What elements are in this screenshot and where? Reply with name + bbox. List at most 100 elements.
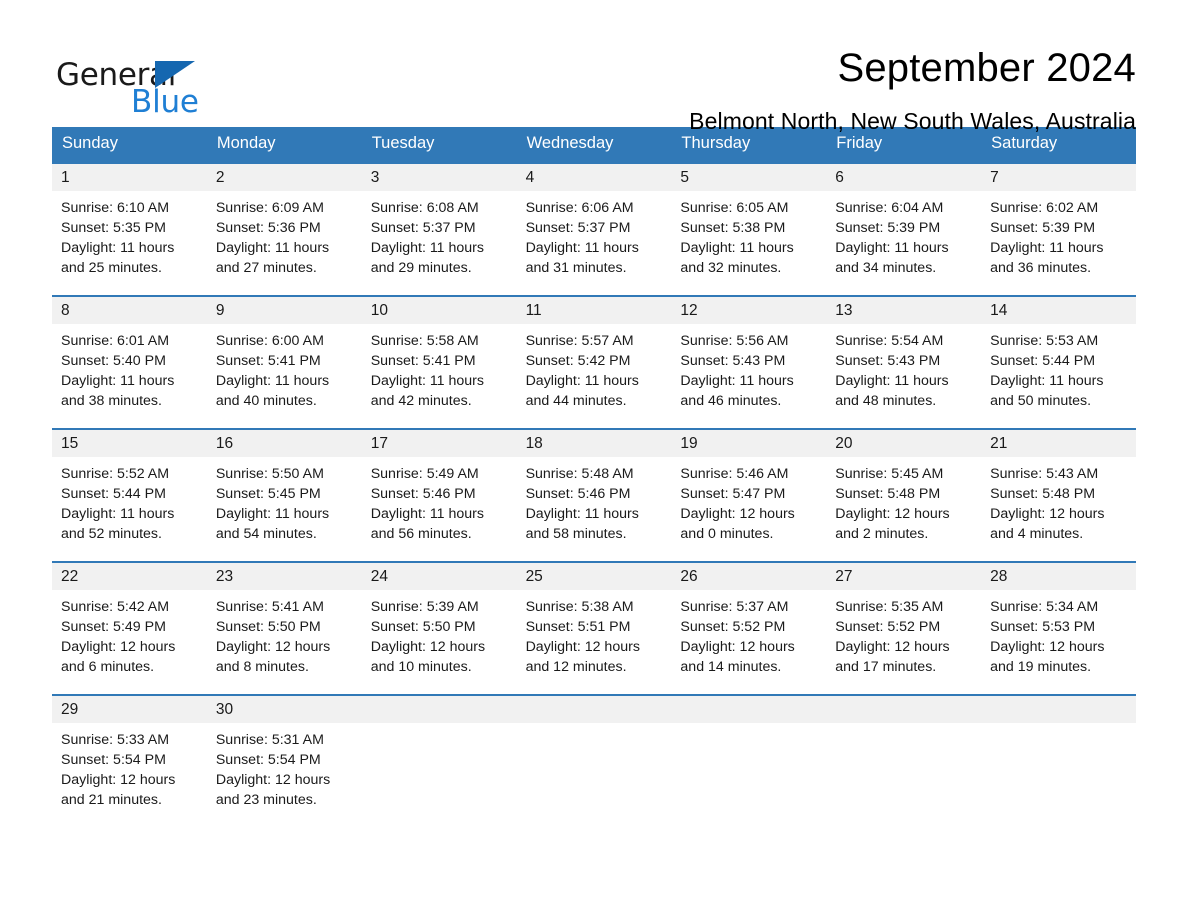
sunset-text: Sunset: 5:41 PM (370, 353, 476, 369)
day-cell[interactable]: 18 Sunrise: 5:48 AM Sunset: 5:46 PM Dayligh… (516, 429, 672, 550)
daylight-text-line1: Daylight: 11 hours (680, 240, 794, 257)
day-number: 13 (826, 296, 982, 324)
daylight-text-line1: Daylight: 11 hours (370, 373, 485, 390)
week-row: 15 Sunrise: 5:52 AM Sunset: 5:44 PM Dayligh… (52, 427, 1136, 550)
day-cell[interactable]: 12 Sunrise: 5:56 AM Sunset: 5:43 PM Dayligh… (671, 296, 827, 417)
daylight-text-line1: Daylight: 11 hours (61, 373, 175, 390)
day-number: 15 (52, 429, 207, 457)
daylight-text-line2: and 36 minutes. (990, 260, 1092, 277)
day-cell[interactable]: 23 Sunrise: 5:41 AM Sunset: 5:50 PM Dayligh… (206, 562, 362, 683)
day-number (361, 695, 517, 723)
daylight-text-line2: and 56 minutes. (370, 526, 472, 543)
daylight-text-line1: Daylight: 12 hours (680, 506, 795, 523)
weekday-header-wednesday: Wednesday (526, 134, 614, 152)
week-row: 8 Sunrise: 6:01 AM Sunset: 5:40 PM Daylight… (52, 294, 1136, 417)
day-cell[interactable]: 5 Sunrise: 6:05 AM Sunset: 5:38 PM Daylight… (671, 163, 827, 284)
daylight-text-line2: and 52 minutes. (61, 526, 162, 543)
day-number: 1 (52, 163, 207, 191)
day-number: 24 (361, 562, 517, 590)
sunset-text: Sunset: 5:51 PM (525, 619, 631, 635)
sunset-text: Sunset: 5:52 PM (680, 619, 786, 635)
day-cell[interactable]: 27 Sunrise: 5:35 AM Sunset: 5:52 PM Dayligh… (826, 562, 982, 683)
day-cell-empty (981, 695, 1136, 816)
daylight-text-line1: Daylight: 11 hours (61, 506, 175, 523)
sunset-text: Sunset: 5:43 PM (835, 353, 941, 369)
day-cell[interactable]: 29 Sunrise: 5:33 AM Sunset: 5:54 PM Dayligh… (52, 695, 207, 816)
sunrise-text: Sunrise: 6:08 AM (370, 199, 479, 216)
day-number: 18 (516, 429, 672, 457)
day-details: Sunrise: 5:53 AM Sunset: 5:44 PM Daylight:… (981, 324, 1136, 412)
day-cell[interactable]: 11 Sunrise: 5:57 AM Sunset: 5:42 PM Dayligh… (516, 296, 672, 417)
daylight-text-line2: and 32 minutes. (680, 260, 782, 277)
day-cell[interactable]: 17 Sunrise: 5:49 AM Sunset: 5:46 PM Dayligh… (361, 429, 517, 550)
daylight-text-line1: Daylight: 12 hours (680, 639, 795, 656)
weekday-header-monday: Monday (216, 134, 276, 152)
day-cell[interactable]: 24 Sunrise: 5:39 AM Sunset: 5:50 PM Dayligh… (361, 562, 517, 683)
sunset-text: Sunset: 5:40 PM (61, 353, 166, 369)
day-details: Sunrise: 6:06 AM Sunset: 5:37 PM Daylight:… (517, 191, 672, 279)
sunset-text: Sunset: 5:46 PM (525, 486, 631, 502)
sunset-text: Sunset: 5:53 PM (990, 619, 1096, 635)
day-cell[interactable]: 21 Sunrise: 5:43 AM Sunset: 5:48 PM Dayligh… (981, 429, 1136, 550)
sunrise-text: Sunrise: 5:52 AM (61, 465, 170, 482)
day-cell[interactable]: 25 Sunrise: 5:38 AM Sunset: 5:51 PM Dayligh… (516, 562, 672, 683)
sunset-text: Sunset: 5:38 PM (680, 220, 786, 236)
sunset-text: Sunset: 5:37 PM (525, 220, 631, 236)
day-cell[interactable]: 16 Sunrise: 5:50 AM Sunset: 5:45 PM Dayligh… (206, 429, 362, 550)
day-cell[interactable]: 8 Sunrise: 6:01 AM Sunset: 5:40 PM Daylight… (52, 296, 207, 417)
sunrise-text: Sunrise: 5:39 AM (370, 598, 479, 615)
day-cell[interactable]: 22 Sunrise: 5:42 AM Sunset: 5:49 PM Dayligh… (52, 562, 207, 683)
daylight-text-line2: and 58 minutes. (525, 526, 627, 543)
day-cell[interactable]: 10 Sunrise: 5:58 AM Sunset: 5:41 PM Dayligh… (361, 296, 517, 417)
day-number: 8 (52, 296, 207, 324)
day-cell[interactable]: 4 Sunrise: 6:06 AM Sunset: 5:37 PM Daylight… (516, 163, 672, 284)
weekday-header-saturday: Saturday (991, 134, 1058, 152)
day-cell[interactable]: 14 Sunrise: 5:53 AM Sunset: 5:44 PM Dayligh… (981, 296, 1136, 417)
sunrise-text: Sunrise: 5:49 AM (370, 465, 479, 482)
day-cell[interactable]: 26 Sunrise: 5:37 AM Sunset: 5:52 PM Dayligh… (671, 562, 827, 683)
day-cell[interactable]: 9 Sunrise: 6:00 AM Sunset: 5:41 PM Daylight… (206, 296, 362, 417)
day-details: Sunrise: 6:09 AM Sunset: 5:36 PM Daylight:… (207, 191, 362, 279)
day-cell[interactable]: 1 Sunrise: 6:10 AM Sunset: 5:35 PM Daylight… (52, 163, 207, 284)
day-number: 7 (981, 163, 1136, 191)
sunrise-text: Sunrise: 5:46 AM (680, 465, 789, 482)
daylight-text-line2: and 31 minutes. (525, 260, 627, 277)
daylight-text-line2: and 42 minutes. (370, 393, 472, 410)
day-cell[interactable]: 7 Sunrise: 6:02 AM Sunset: 5:39 PM Daylight… (981, 163, 1136, 284)
sunrise-text: Sunrise: 5:34 AM (990, 598, 1099, 615)
daylight-text-line2: and 23 minutes. (215, 792, 317, 809)
day-details: Sunrise: 6:00 AM Sunset: 5:41 PM Daylight:… (207, 324, 362, 412)
day-cell[interactable]: 6 Sunrise: 6:04 AM Sunset: 5:39 PM Daylight… (826, 163, 982, 284)
daylight-text-line2: and 46 minutes. (680, 393, 782, 410)
sunrise-text: Sunrise: 5:35 AM (835, 598, 944, 615)
day-cell[interactable]: 28 Sunrise: 5:34 AM Sunset: 5:53 PM Dayligh… (981, 562, 1136, 683)
day-details: Sunrise: 5:56 AM Sunset: 5:43 PM Daylight:… (671, 324, 826, 412)
sunset-text: Sunset: 5:46 PM (370, 486, 476, 502)
sunrise-text: Sunrise: 5:41 AM (215, 598, 324, 615)
daylight-text-line2: and 38 minutes. (61, 393, 162, 410)
day-cell[interactable]: 3 Sunrise: 6:08 AM Sunset: 5:37 PM Daylight… (361, 163, 517, 284)
daylight-text-line1: Daylight: 11 hours (680, 373, 794, 390)
day-cell[interactable]: 15 Sunrise: 5:52 AM Sunset: 5:44 PM Dayligh… (52, 429, 207, 550)
daylight-text-line1: Daylight: 11 hours (61, 240, 175, 257)
day-number (981, 695, 1136, 723)
day-cell[interactable]: 20 Sunrise: 5:45 AM Sunset: 5:48 PM Dayligh… (826, 429, 982, 550)
day-number: 9 (206, 296, 362, 324)
calendar-grid: Sunday Monday Tuesday Wednesday Thursday… (52, 127, 1136, 816)
sunrise-text: Sunrise: 5:57 AM (525, 332, 634, 349)
day-cell[interactable]: 2 Sunrise: 6:09 AM Sunset: 5:36 PM Daylight… (206, 163, 362, 284)
daylight-text-line2: and 27 minutes. (215, 260, 317, 277)
sunset-text: Sunset: 5:48 PM (835, 486, 941, 502)
day-number: 2 (206, 163, 362, 191)
daylight-text-line2: and 50 minutes. (990, 393, 1092, 410)
sunset-text: Sunset: 5:52 PM (835, 619, 941, 635)
day-cell[interactable]: 30 Sunrise: 5:31 AM Sunset: 5:54 PM Dayligh… (206, 695, 362, 816)
day-cell-empty (671, 695, 827, 816)
daylight-text-line1: Daylight: 12 hours (215, 639, 331, 656)
day-cell[interactable]: 19 Sunrise: 5:46 AM Sunset: 5:47 PM Dayligh… (671, 429, 827, 550)
day-number (671, 695, 827, 723)
day-number: 17 (361, 429, 517, 457)
day-cell[interactable]: 13 Sunrise: 5:54 AM Sunset: 5:43 PM Dayligh… (826, 296, 982, 417)
day-details: Sunrise: 6:02 AM Sunset: 5:39 PM Daylight:… (981, 191, 1136, 279)
daylight-text-line2: and 48 minutes. (835, 393, 937, 410)
